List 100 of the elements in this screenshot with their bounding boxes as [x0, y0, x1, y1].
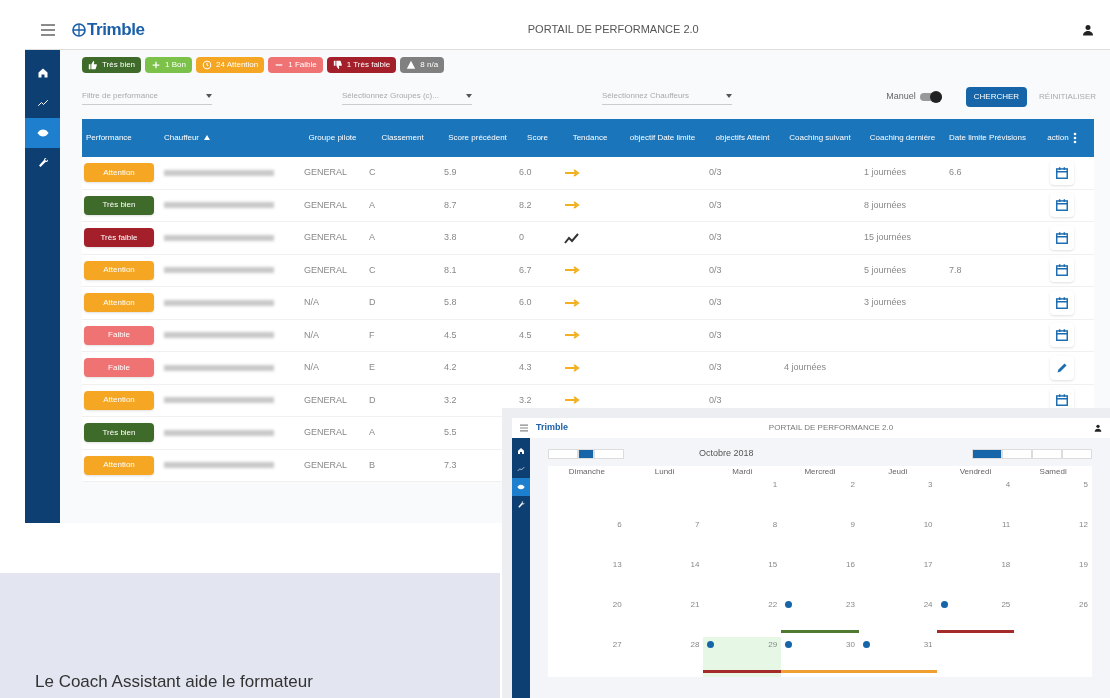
performance-badge: Attention	[84, 260, 154, 280]
day-number: 3	[928, 478, 933, 491]
day-number: 8	[772, 518, 778, 531]
calendar-icon	[1055, 393, 1069, 408]
calendar-icon	[1055, 295, 1069, 310]
calendar-button[interactable]	[1050, 323, 1074, 348]
rank-cell: C	[369, 263, 376, 277]
goals-cell: 0/3	[709, 263, 722, 277]
score-cell: 6.7	[519, 263, 532, 277]
day-number: 18	[1001, 558, 1011, 571]
globe-logo-icon	[71, 21, 87, 38]
calendar-icon	[1055, 165, 1069, 180]
day-number: 29	[768, 638, 778, 651]
flat-arrow-icon	[564, 266, 580, 275]
goals-cell: 0/3	[709, 393, 722, 407]
score-cell-text: 6.0	[519, 296, 532, 309]
calendar-icon	[1055, 198, 1069, 213]
previous-score-cell-text: 4.2	[444, 361, 457, 374]
goals-cell-text: 0/3	[709, 166, 722, 179]
previous-score-cell-text: 5.5	[444, 426, 457, 439]
score-cell: 4.5	[519, 328, 532, 342]
performance-badge: Très bien	[84, 195, 154, 215]
last-coaching-cell: 8 journées	[864, 198, 907, 212]
column-header[interactable]: Score précédent	[440, 119, 515, 157]
forecast-cell-text: 6.6	[949, 166, 962, 179]
edit-button[interactable]	[1050, 355, 1074, 380]
user-icon[interactable]	[1082, 23, 1094, 36]
column-header[interactable]: Tendance	[560, 119, 620, 157]
event-bar[interactable]	[936, 630, 1015, 633]
calendar-icon	[1055, 230, 1069, 245]
menu-icon[interactable]	[41, 23, 55, 36]
calendar-nav-button[interactable]	[578, 449, 594, 459]
column-header[interactable]: Chauffeur	[160, 119, 300, 157]
logo-text: Trimble	[536, 421, 568, 435]
column-header[interactable]: Coaching suivant	[780, 119, 860, 157]
column-header[interactable]: action	[1030, 119, 1094, 157]
performance-badge: Attention	[84, 293, 154, 313]
warning-icon	[406, 60, 417, 70]
rank-cell: D	[369, 393, 376, 407]
calendar-icon	[1055, 263, 1069, 278]
trend-icon	[517, 465, 525, 473]
user-icon[interactable]	[1094, 424, 1102, 432]
day-number: 11	[1001, 518, 1011, 531]
day-number: 19	[1079, 558, 1088, 571]
column-header[interactable]: Coaching dernière	[860, 119, 945, 157]
goals-cell-text: 0/3	[709, 361, 722, 374]
group-cell: GENERAL	[304, 458, 347, 472]
rank-cell-text: C	[369, 166, 376, 179]
calendar-icon	[1055, 328, 1069, 343]
performance-badge: Attention	[84, 455, 154, 475]
caret-icon	[726, 93, 732, 98]
rank-cell-text: D	[369, 296, 376, 309]
more-options-icon[interactable]	[1072, 132, 1077, 144]
column-header[interactable]: Classement	[365, 119, 440, 157]
column-header[interactable]: objectif Date limite	[620, 119, 705, 157]
rank-cell: F	[369, 328, 375, 342]
month-title: Octobre 2018	[699, 447, 754, 461]
calendar-button[interactable]	[1050, 193, 1074, 218]
previous-score-cell: 8.1	[444, 263, 457, 277]
home-icon	[36, 67, 49, 79]
next-coaching-cell-text: 4 journées	[784, 361, 827, 374]
summary-chip[interactable]: 1 Faible	[268, 57, 323, 73]
last-coaching-cell: 5 journées	[864, 263, 907, 277]
summary-chip[interactable]: 8 n/a	[400, 57, 445, 73]
day-number: 30	[845, 638, 855, 651]
calendar-button[interactable]	[1050, 225, 1074, 250]
weekday-label: Mardi	[731, 466, 754, 477]
performance-badge: Faible	[84, 358, 154, 378]
day-number: 26	[1079, 598, 1088, 611]
column-header[interactable]: Score	[515, 119, 560, 157]
flat-arrow-icon	[564, 363, 580, 372]
calendar-button[interactable]	[1050, 290, 1074, 315]
column-header[interactable]: Groupe pilote	[300, 119, 365, 157]
day-number: 27	[612, 638, 622, 651]
previous-score-cell-text: 3.8	[444, 231, 457, 244]
group-cell-text: GENERAL	[304, 166, 347, 179]
group-cell: GENERAL	[304, 198, 347, 212]
rank-cell-text: E	[369, 361, 375, 374]
column-header[interactable]: Date limite Prévisions	[945, 119, 1030, 157]
app-title: PORTAIL DE PERFORMANCE 2.0	[767, 422, 895, 434]
column-header[interactable]: Performance	[82, 119, 160, 157]
column-header[interactable]: objectifs Atteint	[705, 119, 780, 157]
day-number: 24	[923, 598, 933, 611]
day-number: 12	[1079, 518, 1088, 531]
day-number: 9	[850, 518, 855, 531]
view-button[interactable]	[972, 449, 1002, 459]
summary-chip[interactable]: 1 Très faible	[326, 57, 397, 73]
pencil-icon	[1056, 361, 1068, 374]
calendar-button[interactable]	[1050, 160, 1074, 185]
previous-score-cell: 7.3	[444, 458, 457, 472]
last-coaching-cell-text: 15 journées	[864, 231, 912, 244]
summary-chip[interactable]: Très bien	[82, 57, 142, 73]
weekday-label: Jeudi	[887, 466, 909, 477]
day-number: 31	[923, 638, 933, 651]
previous-score-cell: 3.2	[444, 393, 457, 407]
search-button[interactable]: CHERCHER	[965, 87, 1028, 107]
weekday-label: Mercredi	[803, 466, 837, 477]
manual-toggle[interactable]	[919, 93, 942, 101]
day-number: 25	[1001, 598, 1011, 611]
calendar-button[interactable]	[1050, 258, 1074, 283]
